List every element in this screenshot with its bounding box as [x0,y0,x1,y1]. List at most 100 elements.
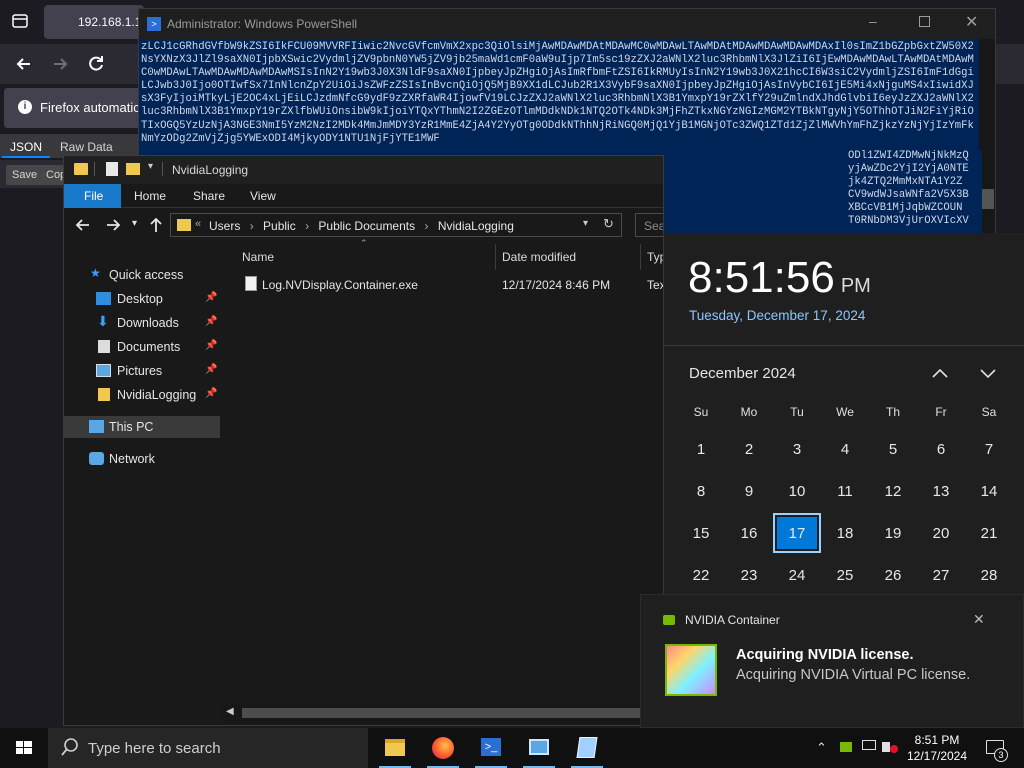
nav-nvidialogging[interactable]: NvidiaLogging 📌 [64,384,220,406]
breadcrumb-sep[interactable]: › [305,219,309,233]
notification-center-button[interactable]: 3 [978,728,1018,768]
calendar-day[interactable]: 24 [773,555,821,595]
ribbon-tab-view[interactable]: View [250,184,276,208]
scroll-left-icon[interactable]: ◀ [226,706,234,717]
taskbar-firefox[interactable] [419,728,467,768]
back-icon[interactable] [14,54,34,74]
ribbon-tab-file[interactable]: File [64,184,121,208]
taskbar-powershell[interactable]: >_ [467,728,515,768]
column-divider[interactable] [640,244,641,270]
taskbar-remote-app[interactable] [515,728,563,768]
calendar-day[interactable]: 6 [917,429,965,469]
taskbar-notepad[interactable] [563,728,611,768]
close-icon[interactable]: ✕ [965,12,978,32]
minimize-icon[interactable]: – [869,13,877,29]
taskbar-clock[interactable]: 8:51 PM 12/17/2024 [905,732,969,764]
column-type[interactable]: Typ [647,250,663,264]
calendar-day[interactable]: 28 [965,555,1013,595]
calendar-day[interactable]: 19 [869,513,917,553]
calendar-day[interactable]: 15 [677,513,725,553]
address-box[interactable]: « Users › Public › Public Documents › Nv… [170,213,622,237]
calendar-day[interactable]: 9 [725,471,773,511]
nav-desktop[interactable]: Desktop 📌 [64,288,220,310]
breadcrumb-sep[interactable]: › [250,219,254,233]
calendar-day[interactable]: 18 [821,513,869,553]
horizontal-scroll-thumb[interactable] [242,708,642,718]
calendar-day[interactable]: 11 [821,471,869,511]
taskbar-file-explorer[interactable] [371,728,419,768]
nav-network[interactable]: Network [64,448,220,470]
breadcrumb-public[interactable]: Public [263,219,296,233]
ribbon-tab-share[interactable]: Share [193,184,225,208]
calendar-day[interactable]: 10 [773,471,821,511]
calendar-day[interactable]: 3 [773,429,821,469]
previous-month-icon[interactable] [929,363,951,383]
powershell-scroll-thumb[interactable] [982,189,994,209]
calendar-day[interactable]: 23 [725,555,773,595]
calendar-day[interactable]: 22 [677,555,725,595]
calendar-month[interactable]: December 2024 [689,365,796,382]
breadcrumb-overflow-icon[interactable]: « [195,218,201,230]
calendar-day[interactable]: 21 [965,513,1013,553]
customize-toolbar-icon[interactable]: ▾ [148,161,153,172]
calendar-day[interactable]: 2 [725,429,773,469]
column-date-modified[interactable]: Date modified [502,250,576,264]
calendar-day[interactable]: 4 [821,429,869,469]
taskbar-search-box[interactable]: Type here to search [48,728,368,768]
breadcrumb-nvidialogging[interactable]: NvidiaLogging [438,219,514,233]
calendar-day-today[interactable]: 17 [773,513,821,553]
explorer-titlebar[interactable]: ▾ NvidiaLogging – ✕ [64,156,663,184]
ribbon-tab-home[interactable]: Home [134,184,166,208]
next-month-icon[interactable] [977,363,999,383]
maximize-icon[interactable] [919,16,930,27]
show-hidden-icons[interactable]: ⌃ [816,740,827,756]
calendar-day[interactable]: 14 [965,471,1013,511]
nav-this-pc[interactable]: This PC [64,416,220,438]
properties-icon[interactable] [106,162,118,176]
nav-downloads[interactable]: ⬇ Downloads 📌 [64,312,220,334]
column-name[interactable]: Name [242,250,274,264]
calendar-day[interactable]: 8 [677,471,725,511]
clock-date-link[interactable]: Tuesday, December 17, 2024 [689,308,865,323]
search-input[interactable]: Search NvidiaLogging ⚲ [635,213,663,237]
nav-quick-access[interactable]: ★ Quick access [64,264,220,286]
calendar-day[interactable]: 16 [725,513,773,553]
up-icon[interactable] [148,216,164,234]
calendar-day[interactable]: 13 [917,471,965,511]
calendar-day[interactable]: 12 [869,471,917,511]
calendar-day[interactable]: 25 [821,555,869,595]
tab-json[interactable]: JSON [2,134,51,158]
new-folder-icon[interactable] [126,163,140,175]
forward-icon[interactable] [50,54,70,74]
volume-tray-icon[interactable] [882,740,898,754]
refresh-icon[interactable]: ↻ [603,216,614,232]
save-button[interactable]: Save [6,165,44,185]
nav-documents[interactable]: Documents 📌 [64,336,220,358]
file-explorer-window[interactable]: ▾ NvidiaLogging – ✕ Home Share View File… [63,155,664,726]
copy-button[interactable]: Cop [40,165,64,185]
calendar-day[interactable]: 27 [917,555,965,595]
forward-icon[interactable] [104,217,122,233]
calendar-day[interactable]: 20 [917,513,965,553]
calendar-day[interactable]: 1 [677,429,725,469]
nvidia-tray-icon[interactable] [840,740,852,752]
nav-pictures[interactable]: Pictures 📌 [64,360,220,382]
calendar-day[interactable]: 26 [869,555,917,595]
browser-tab[interactable]: 192.168.1.1: [44,5,144,39]
reload-icon[interactable] [86,54,106,74]
calendar-day[interactable]: 7 [965,429,1013,469]
close-icon[interactable]: ✕ [973,611,985,628]
breadcrumb-sep[interactable]: › [424,219,428,233]
file-row[interactable]: Log.NVDisplay.Container.exe 12/17/2024 8… [234,274,663,296]
calendar-day[interactable]: 5 [869,429,917,469]
breadcrumb-public-documents[interactable]: Public Documents [318,219,415,233]
powershell-titlebar[interactable]: > Administrator: Windows PowerShell – ✕ [139,9,995,39]
breadcrumb-users[interactable]: Users [209,219,240,233]
start-button[interactable] [0,728,48,768]
column-divider[interactable] [495,244,496,270]
network-tray-icon[interactable] [862,740,878,754]
tab-list-icon[interactable] [12,14,28,28]
toast-notification[interactable]: NVIDIA Container ✕ Acquiring NVIDIA lice… [640,594,1024,728]
back-icon[interactable] [74,217,92,233]
recent-locations-icon[interactable]: ▾ [132,218,137,229]
